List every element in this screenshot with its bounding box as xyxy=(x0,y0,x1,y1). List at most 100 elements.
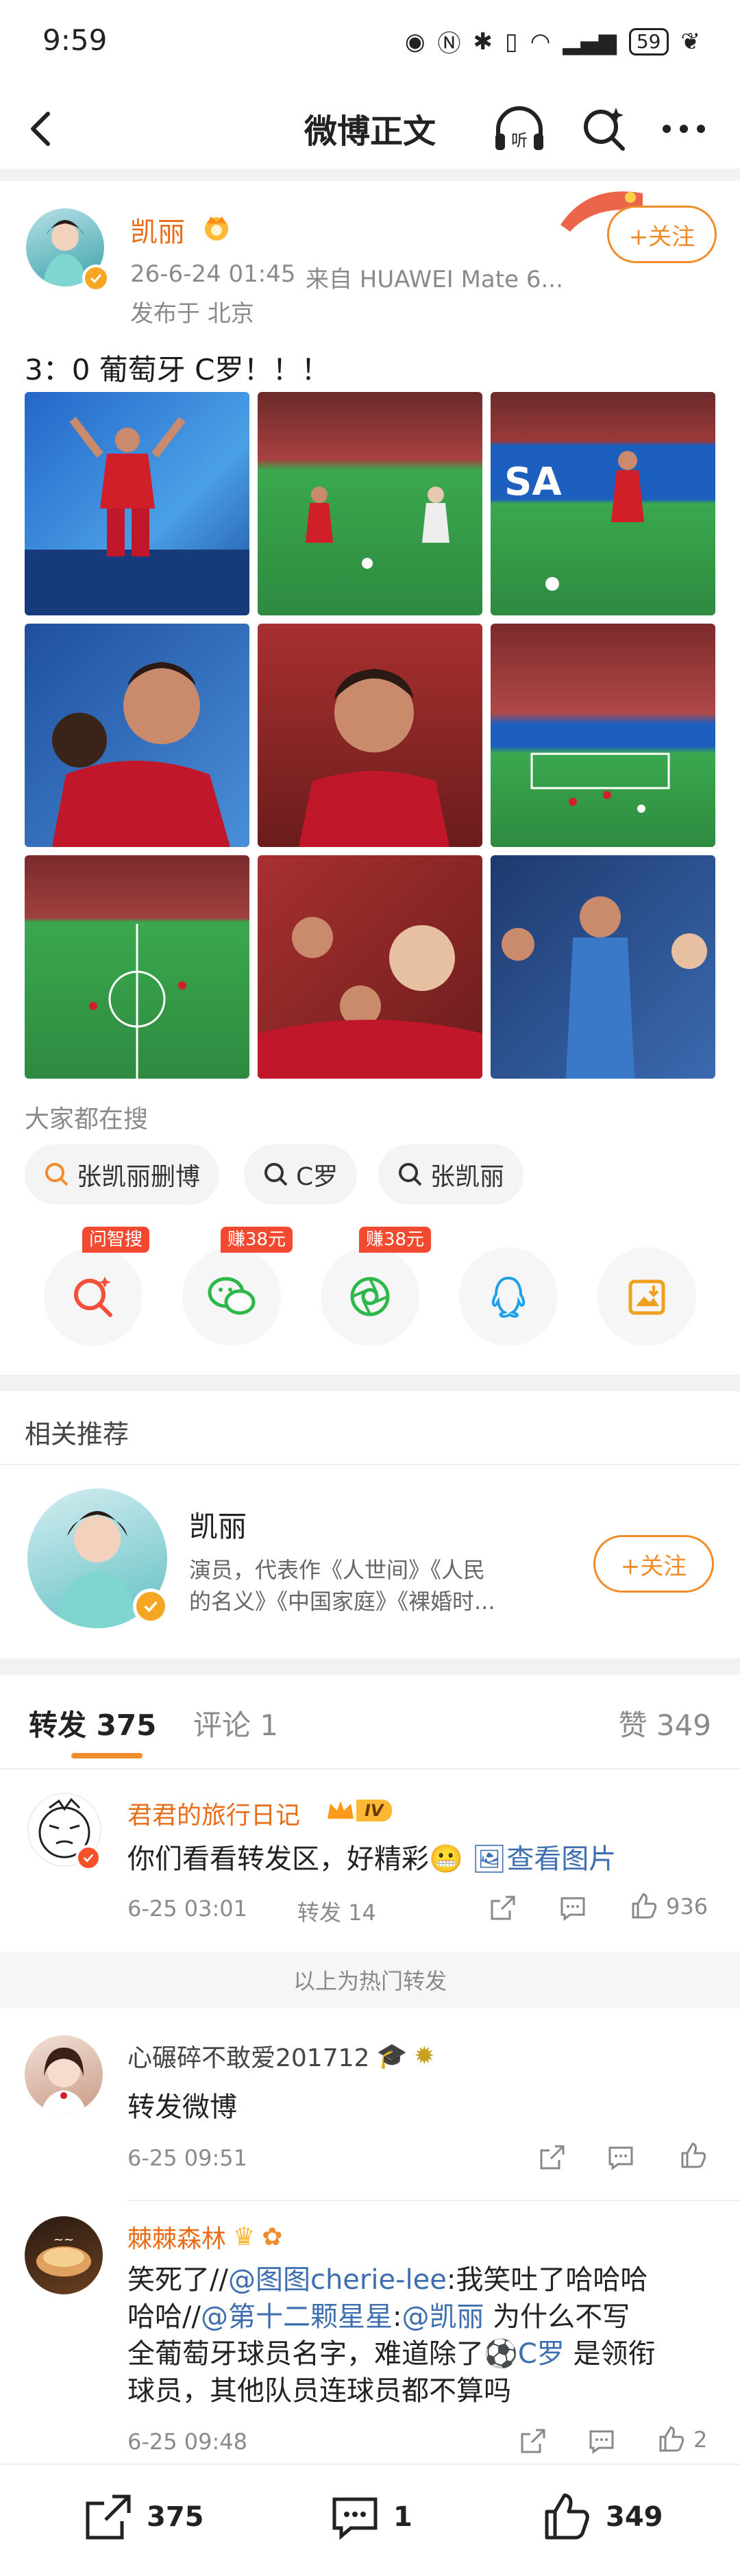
author-name[interactable]: 凯丽 xyxy=(130,210,185,249)
qq-share-button[interactable] xyxy=(459,1247,558,1346)
post-image-4[interactable] xyxy=(25,624,249,847)
text-segment: 球员，其他队员连球员都不算吗 xyxy=(127,2375,511,2407)
mention-link[interactable]: @第十二颗星星 xyxy=(201,2301,393,2333)
save-image-button[interactable] xyxy=(597,1247,696,1346)
listen-button[interactable]: 听 xyxy=(492,101,547,156)
moments-share-button[interactable]: 赚38元 xyxy=(321,1227,432,1346)
text-segment: : xyxy=(392,2301,402,2333)
repost-avatar[interactable]: ~~ xyxy=(25,2216,103,2294)
post-image-9[interactable] xyxy=(491,855,715,1079)
comment-icon xyxy=(608,2146,633,2170)
post-location: 发布于 北京 xyxy=(130,300,254,328)
repost-author[interactable]: 心碾碎不敢爱201712 xyxy=(127,2038,369,2074)
fan-badge-icon: ✹ xyxy=(414,2041,435,2070)
crown-badge-icon: ♛ xyxy=(233,2222,256,2251)
repost-share-button[interactable] xyxy=(537,2142,567,2175)
hot-repost-divider: 以上为热门转发 xyxy=(0,1952,740,2008)
post-source-text: 来自 HUAWEI Mate 6... xyxy=(306,266,563,293)
repost-time: 6-25 03:01 xyxy=(127,1896,248,1922)
ai-search-share-button[interactable]: 问智搜 xyxy=(44,1227,150,1346)
search-chip-2[interactable]: C罗 xyxy=(244,1144,358,1205)
active-tab-indicator xyxy=(71,1753,143,1758)
repost-author-row: 心碾碎不敢爱201712 🎓 ✹ xyxy=(127,2038,434,2074)
tab-comment[interactable]: 评论 1 xyxy=(193,1702,278,1744)
repost-avatar[interactable] xyxy=(25,2035,103,2113)
share-icon xyxy=(540,2145,565,2170)
wifi-icon: ◠ xyxy=(530,27,551,56)
search-chip-3[interactable]: 张凯丽 xyxy=(378,1144,524,1205)
search-icon xyxy=(264,1163,288,1186)
text-segment: 笑死了// xyxy=(127,2264,228,2296)
post-image-2[interactable] xyxy=(258,392,482,615)
wechat-share-button[interactable]: 赚38元 xyxy=(182,1227,293,1346)
more-dots-icon xyxy=(663,125,705,133)
related-follow-button[interactable]: +关注 xyxy=(593,1535,714,1593)
repost-comment-button[interactable] xyxy=(587,2426,617,2459)
share-icon xyxy=(491,1896,515,1920)
tab-bar: 转发 375 评论 1 赞 349 xyxy=(0,1672,740,1768)
like-icon xyxy=(659,2426,684,2452)
tab-like[interactable]: 赞 349 xyxy=(618,1702,711,1744)
repost-like-button[interactable]: 936 xyxy=(629,1891,708,1922)
mention-link[interactable]: @凯丽 xyxy=(402,2301,484,2333)
check-icon xyxy=(144,1601,158,1612)
svg-text:SA: SA xyxy=(504,460,562,504)
search-chip-label: 张凯丽 xyxy=(430,1163,505,1191)
bottom-comment-button[interactable]: 1 xyxy=(329,2491,412,2543)
post-image-6[interactable] xyxy=(491,624,715,847)
moments-icon xyxy=(350,1277,390,1316)
search-spark-icon xyxy=(584,108,625,151)
bluetooth-icon: ✱ xyxy=(473,27,493,56)
tab-repost[interactable]: 转发 375 xyxy=(29,1702,156,1744)
view-image-link[interactable]: 🖼查看图片 xyxy=(472,1843,617,1875)
share-badge: 问智搜 xyxy=(82,1227,150,1253)
post-image-8[interactable] xyxy=(258,855,482,1079)
repost-author[interactable]: 君君的旅行日记 xyxy=(127,1795,300,1831)
share-icon xyxy=(86,2494,131,2540)
repost-text: 你们看看转发区，好精彩😬 🖼查看图片 xyxy=(127,1837,616,1876)
post-image-5[interactable] xyxy=(258,624,482,847)
verified-badge xyxy=(82,265,110,292)
image-link-icon: 🖼 xyxy=(471,1843,507,1875)
follow-button[interactable]: +关注 xyxy=(607,206,717,263)
more-button[interactable] xyxy=(656,101,711,156)
search-ai-button[interactable] xyxy=(577,101,632,156)
repost-text: 笑死了//@图图cherie-lee:我笑吐了哈哈哈 哈哈//@第十二颗星星:@… xyxy=(127,2261,717,2409)
repost-item[interactable]: 君君的旅行日记 IV 你们看看转发区，好精彩😬 🖼查看图片 6-25 03:01… xyxy=(0,1775,740,1946)
post-image-1[interactable] xyxy=(25,392,249,615)
related-name[interactable]: 凯丽 xyxy=(189,1504,247,1545)
like-icon xyxy=(632,1893,657,1919)
repost-like-button[interactable] xyxy=(678,2141,708,2174)
nav-bar: 微博正文 听 xyxy=(0,82,740,171)
repost-text: 转发微博 xyxy=(127,2092,237,2123)
eye-icon: ◉ xyxy=(404,27,426,56)
repost-like-button[interactable]: 2 xyxy=(656,2425,707,2455)
post-image-3[interactable]: SA xyxy=(491,392,715,615)
repost-count[interactable]: 转发 14 xyxy=(297,1896,376,1927)
repost-comment-button[interactable] xyxy=(558,1893,588,1926)
bottom-repost-button[interactable]: 375 xyxy=(82,2491,204,2543)
verified-badge xyxy=(75,1845,101,1871)
repost-author[interactable]: 棘棘森林 xyxy=(127,2219,226,2255)
repost-comment-button[interactable] xyxy=(606,2142,636,2175)
topic-link[interactable]: ⚽C罗 xyxy=(484,2338,565,2370)
post-image-7[interactable] xyxy=(25,855,249,1079)
repost-item[interactable]: ~~ 棘棘森林 ♛ ✿ 笑死了//@图图cherie-lee:我笑吐了哈哈哈 哈… xyxy=(0,2203,740,2463)
repost-share-button[interactable] xyxy=(518,2426,548,2459)
repost-text-line: 哈哈//@第十二颗星星:@凯丽 为什么不写 xyxy=(127,2298,717,2335)
like-count: 936 xyxy=(666,1893,708,1919)
bottom-like-button[interactable]: 349 xyxy=(541,2491,663,2543)
wechat-icon xyxy=(208,1277,256,1315)
repost-item[interactable]: 心碾碎不敢爱201712 🎓 ✹ 转发微博 6-25 09:51 xyxy=(0,2015,740,2200)
verified-badge xyxy=(133,1588,169,1624)
repost-text-line: 球员，其他队员连球员都不算吗 xyxy=(127,2372,717,2409)
graduation-cap-icon: 🎓 xyxy=(376,2042,408,2070)
mention-link[interactable]: @图图cherie-lee xyxy=(228,2264,447,2296)
divider xyxy=(0,1768,740,1769)
repost-share-button[interactable] xyxy=(488,1893,518,1926)
comment-icon xyxy=(589,2430,614,2454)
text-segment: 是领衔 xyxy=(564,2338,656,2370)
search-icon xyxy=(399,1163,422,1186)
search-chip-1[interactable]: 张凯丽删博 xyxy=(25,1144,220,1205)
vibrate-icon: ▯ xyxy=(505,27,518,56)
